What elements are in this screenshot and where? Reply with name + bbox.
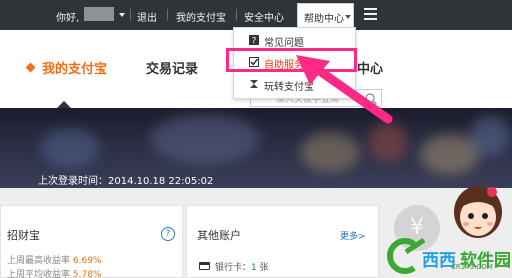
divider: [130, 9, 131, 21]
help-icon[interactable]: ?: [161, 227, 175, 241]
yuebao-title: 招财宝: [7, 229, 40, 242]
greeting-text: 你好,: [56, 13, 80, 24]
yuebao-panel: 招财宝 ? 上周最高收益率 6.69% 上周平均收益率 5.78%: [0, 205, 183, 278]
other-accounts-title: 其他账户: [197, 229, 241, 242]
last-login-time: 上次登录时间：2014.10.18 22:05:02: [38, 176, 214, 187]
active-tab-pointer: [57, 101, 71, 108]
tab-my-alipay[interactable]: 我的支付宝: [42, 58, 107, 77]
masked-username: [84, 7, 114, 21]
annotation-arrow-icon: [296, 55, 393, 124]
banner-image: 上次登录时间：2014.10.18 22:05:02: [0, 108, 512, 188]
help-center-label: 帮助中心: [304, 14, 344, 25]
diamond-icon: [25, 62, 36, 73]
svg-text:?: ?: [252, 37, 257, 46]
cr-logo-icon: [387, 238, 426, 274]
bank-card-count[interactable]: 银行卡：1 张: [215, 260, 269, 273]
mascot-icon: [454, 186, 502, 238]
user-caret-icon[interactable]: [119, 13, 125, 17]
chevron-down-icon: [345, 15, 351, 19]
other-accounts-panel: 其他账户 更多> 银行卡：1 张: [186, 205, 379, 278]
logout-link[interactable]: 退出: [137, 9, 157, 24]
more-link[interactable]: 更多>: [340, 229, 366, 242]
my-alipay-link[interactable]: 我的支付宝: [176, 9, 226, 24]
divider: [167, 9, 168, 21]
top-bar: 你好, 退出 我的支付宝 安全中心 帮助中心: [0, 0, 512, 30]
menu-icon[interactable]: [364, 8, 377, 20]
alipay-icon: [250, 80, 258, 88]
stat-average-rate: 上周平均收益率 5.78%: [7, 270, 102, 278]
help-center-button[interactable]: 帮助中心: [297, 3, 354, 28]
divider: [236, 9, 237, 21]
tab-transactions[interactable]: 交易记录: [146, 58, 198, 77]
stat-highest-rate: 上周最高收益率 6.69%: [7, 256, 102, 266]
bank-card-icon: [199, 262, 210, 270]
security-center-link[interactable]: 安全中心: [244, 9, 284, 24]
menu-item-faq[interactable]: ? 常见问题: [234, 30, 355, 50]
watermark-url: CR173.COM: [451, 263, 493, 271]
question-icon: ?: [249, 35, 259, 45]
